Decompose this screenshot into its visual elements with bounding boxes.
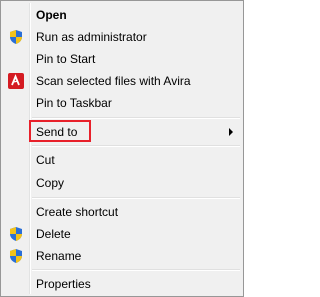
uac-shield-icon	[8, 248, 24, 264]
menu-item-label: Delete	[36, 227, 71, 241]
menu-item-rename[interactable]: Rename	[3, 245, 241, 267]
menu-item-label: Rename	[36, 249, 82, 263]
menu-item-properties[interactable]: Properties	[3, 273, 241, 295]
menu-item-pin-to-taskbar[interactable]: Pin to Taskbar	[3, 92, 241, 114]
menu-item-label: Run as administrator	[36, 30, 147, 44]
menu-separator	[32, 145, 240, 147]
menu-separator	[32, 197, 240, 199]
menu-separator	[32, 269, 240, 271]
menu-item-cut[interactable]: Cut	[3, 149, 241, 171]
menu-item-create-shortcut[interactable]: Create shortcut	[3, 201, 241, 223]
menu-item-pin-to-start[interactable]: Pin to Start	[3, 48, 241, 70]
avira-icon	[8, 73, 24, 89]
menu-item-run-as-administrator[interactable]: Run as administrator	[3, 26, 241, 48]
menu-item-delete[interactable]: Delete	[3, 223, 241, 245]
uac-shield-icon	[8, 226, 24, 242]
context-menu: Open Run as administrator Pin to Start S…	[0, 0, 244, 297]
uac-shield-icon	[8, 29, 24, 45]
menu-item-label: Properties	[36, 277, 91, 291]
menu-item-label: Copy	[36, 176, 65, 190]
menu-item-label: Pin to Taskbar	[36, 96, 112, 110]
menu-item-label: Cut	[36, 153, 55, 167]
menu-separator	[32, 117, 240, 119]
submenu-arrow-icon	[229, 128, 233, 136]
highlight-box	[29, 120, 91, 142]
menu-item-label: Create shortcut	[36, 205, 119, 219]
menu-item-open[interactable]: Open	[3, 4, 241, 26]
menu-item-copy[interactable]: Copy	[3, 172, 241, 194]
menu-item-label: Pin to Start	[36, 52, 96, 66]
menu-item-label: Scan selected files with Avira	[36, 74, 191, 88]
menu-item-scan-with-avira[interactable]: Scan selected files with Avira	[3, 70, 241, 92]
menu-item-label: Open	[36, 8, 67, 22]
